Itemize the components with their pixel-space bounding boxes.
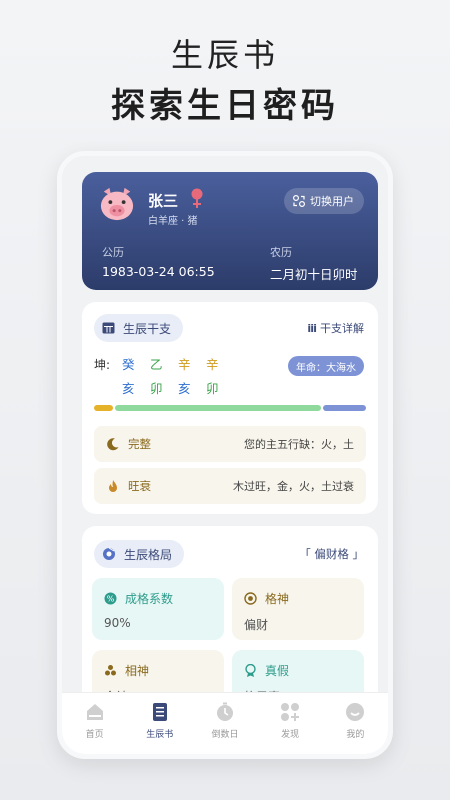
tab-countdown[interactable]: 倒数日 <box>195 701 255 740</box>
ganzhi-title: 生辰干支 <box>123 321 172 336</box>
tab-home-label: 首页 <box>85 730 104 740</box>
tab-home[interactable]: 首页 <box>65 701 125 740</box>
tab-discover[interactable]: 发现 <box>260 701 320 740</box>
switch-user-button[interactable]: 切换用户 <box>284 188 364 214</box>
user-name: 张三 <box>148 192 179 210</box>
badge-icon <box>244 663 257 678</box>
geju-title: 生辰格局 <box>124 547 173 562</box>
bars-icon: ⅲ <box>307 321 317 335</box>
switch-user-icon <box>292 194 306 208</box>
geju-pattern: 「 偏财格 」 <box>299 547 364 561</box>
element-bar-segment <box>94 405 113 411</box>
tile-xiangshen-label: 相神 <box>125 664 150 678</box>
tile-geshen-value: 偏财 <box>244 618 269 632</box>
book-icon <box>149 701 171 723</box>
stem-hour: 辛 <box>206 357 219 372</box>
ganzhi-card: 生辰干支 ⅲ 干支详解 坤: 癸 乙 辛 辛 亥 卯 亥 卯 年命：大海水 完整… <box>82 302 378 514</box>
app-screen: 张三 白羊座 · 猪 切换用户 公历 1983-03-24 06:55 农历 二… <box>62 156 388 754</box>
ganzhi-grid: 癸 乙 辛 辛 亥 卯 亥 卯 <box>122 354 234 397</box>
lunar-value: 二月初十日卯时 <box>270 267 358 282</box>
stopwatch-icon <box>214 701 236 723</box>
tile-geshen[interactable]: 格神 偏财 <box>232 578 364 640</box>
stem-month: 乙 <box>150 357 163 372</box>
tile-geshen-label: 格神 <box>265 592 290 606</box>
fate-badge: 年命：大海水 <box>288 356 364 376</box>
wangshuai-value: 木过旺，金，火，土过衰 <box>233 480 354 493</box>
tab-mine-label: 我的 <box>346 730 365 740</box>
five-element-bar <box>94 405 366 411</box>
tab-countdown-label: 倒数日 <box>211 730 239 740</box>
bottom-tab-bar: 首页 生辰书 倒数日 发现 我的 <box>62 692 388 754</box>
element-bar-segment <box>323 405 366 411</box>
ganzhi-detail-link[interactable]: ⅲ 干支详解 <box>307 320 364 336</box>
kun-label: 坤: <box>94 358 111 372</box>
element-bar-segment <box>114 405 322 411</box>
target-icon <box>244 592 257 605</box>
phone-frame: 张三 白羊座 · 猪 切换用户 公历 1983-03-24 06:55 农历 二… <box>57 151 393 759</box>
stem-day: 辛 <box>178 357 191 372</box>
compass-icon <box>102 547 116 561</box>
svg-text:%: % <box>107 595 115 604</box>
tab-shengchenshu[interactable]: 生辰书 <box>130 701 190 740</box>
branch-day: 亥 <box>178 381 191 396</box>
pig-avatar-icon <box>100 187 134 221</box>
branch-year: 亥 <box>122 381 135 396</box>
tab-discover-label: 发现 <box>281 730 300 740</box>
zodiac-text: 白羊座 · 猪 <box>148 216 198 227</box>
tile-zhenjia-label: 真假 <box>265 664 290 678</box>
table-icon <box>102 322 115 334</box>
hero-title: 生辰书 <box>170 36 279 74</box>
smile-icon <box>344 701 366 723</box>
discover-icon <box>279 701 301 723</box>
lunar-label: 农历 <box>270 246 292 259</box>
switch-user-label: 切换用户 <box>310 195 354 208</box>
complete-label: 完整 <box>128 437 151 451</box>
female-icon <box>191 188 203 208</box>
flame-icon <box>109 480 117 492</box>
home-icon <box>84 701 106 723</box>
ganzhi-section-header: 生辰干支 <box>94 314 184 342</box>
wangshuai-label: 旺衰 <box>128 479 151 493</box>
gregorian-value: 1983-03-24 06:55 <box>102 264 215 279</box>
branch-month: 卯 <box>150 381 163 396</box>
complete-row[interactable]: 完整 您的主五行缺：火，土 <box>94 426 366 462</box>
hero-subtitle: 探索生日密码 <box>111 86 339 126</box>
dots-icon <box>104 664 117 677</box>
tile-chengge-label: 成格系数 <box>125 592 174 606</box>
complete-value: 您的主五行缺：火，土 <box>244 438 354 451</box>
wangshuai-row[interactable]: 旺衰 木过旺，金，火，土过衰 <box>94 468 366 504</box>
tile-chengge-value: 90% <box>104 616 131 630</box>
moon-icon <box>107 438 119 451</box>
ganzhi-detail-label: 干支详解 <box>320 322 364 335</box>
branch-hour: 卯 <box>206 381 219 396</box>
stem-year: 癸 <box>122 357 135 372</box>
percent-icon: % <box>104 592 117 605</box>
profile-card: 张三 白羊座 · 猪 切换用户 公历 1983-03-24 06:55 农历 二… <box>82 172 378 290</box>
tab-shengchenshu-label: 生辰书 <box>146 730 174 740</box>
geju-section-header: 生辰格局 <box>94 540 185 568</box>
tile-chengge[interactable]: % 成格系数 90% <box>92 578 224 640</box>
gregorian-label: 公历 <box>102 246 124 259</box>
tab-mine[interactable]: 我的 <box>325 701 385 740</box>
